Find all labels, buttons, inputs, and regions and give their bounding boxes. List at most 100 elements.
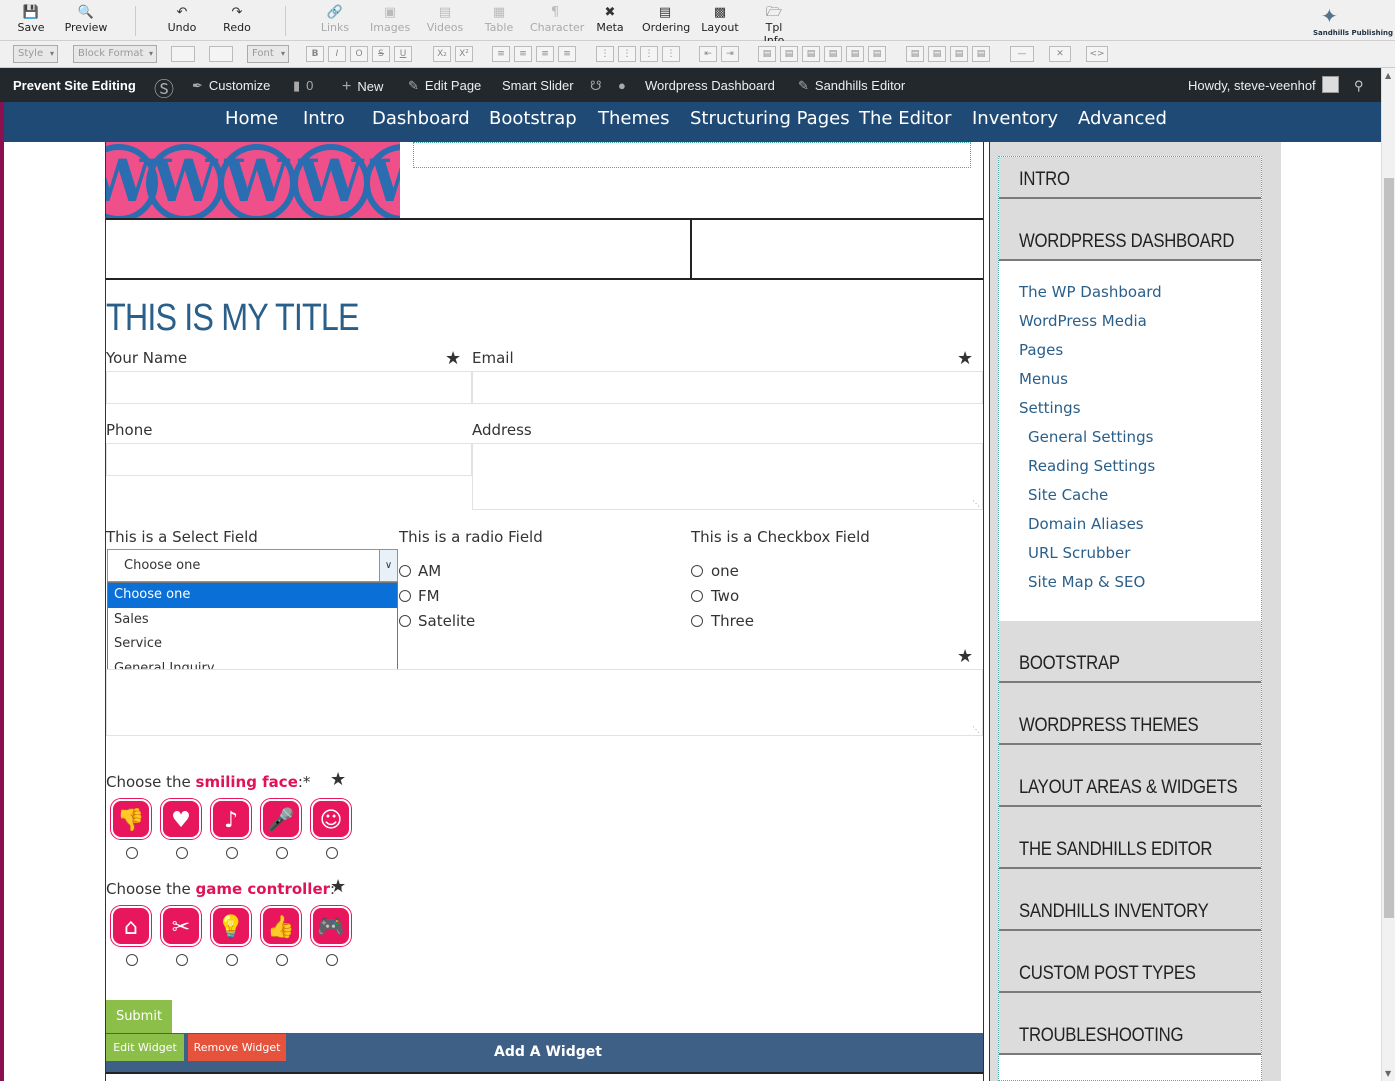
radio-button[interactable] xyxy=(399,565,411,577)
checkbox[interactable] xyxy=(691,590,703,602)
chevron-down-icon[interactable]: ∨ xyxy=(379,550,397,581)
sidebar-heading-editor[interactable]: THE SANDHILLS EDITOR xyxy=(999,807,1261,869)
search-icon[interactable]: ⚲ xyxy=(1354,78,1364,94)
superscript-button[interactable]: X² xyxy=(455,46,473,62)
microphone-icon[interactable]: 🎤 xyxy=(261,799,301,839)
subscript-button[interactable]: X₂ xyxy=(433,46,451,62)
indent-icon[interactable]: ⇥ xyxy=(721,46,739,62)
resize-handle-icon[interactable]: ⋱ xyxy=(972,499,980,508)
radio-button[interactable] xyxy=(399,590,411,602)
sidebar-heading-custom-post-types[interactable]: CUSTOM POST TYPES xyxy=(999,931,1261,993)
submit-button[interactable]: Submit xyxy=(106,1000,172,1033)
table-col-icon[interactable]: ▤ xyxy=(868,46,886,62)
captcha-radio[interactable] xyxy=(126,847,138,859)
checkbox-option-one[interactable]: one xyxy=(691,562,739,580)
phone-field[interactable] xyxy=(106,443,472,476)
resize-handle-icon[interactable]: ⋱ xyxy=(972,725,980,734)
radio-option-am[interactable]: AM xyxy=(399,562,441,580)
edit-page-link[interactable]: ✎ Edit Page xyxy=(408,78,481,94)
sidebar-link[interactable]: Pages xyxy=(1019,341,1063,359)
italic-button[interactable]: I xyxy=(328,46,346,62)
captcha-radio[interactable] xyxy=(226,954,238,966)
howdy-user-link[interactable]: Howdy, steve-veenhof xyxy=(1188,78,1316,93)
wordpress-logo-icon[interactable]: Ⓢ xyxy=(154,73,174,102)
checkbox[interactable] xyxy=(691,615,703,627)
sidebar-link[interactable]: Settings xyxy=(1019,399,1081,417)
add-widget-bar[interactable]: Edit Widget Remove Widget Add A Widget xyxy=(106,1033,983,1072)
smart-slider-link[interactable]: Smart Slider xyxy=(502,78,574,93)
meta-button[interactable]: ✖ Meta xyxy=(596,4,624,38)
captcha-radio[interactable] xyxy=(226,847,238,859)
align-left-icon[interactable]: ≡ xyxy=(492,46,510,62)
sandhills-editor-link[interactable]: ✎ Sandhills Editor xyxy=(798,78,905,94)
inquiry-select[interactable]: Choose one ∨ xyxy=(107,549,398,582)
captcha-radio[interactable] xyxy=(276,847,288,859)
name-field[interactable] xyxy=(106,371,472,404)
nav-themes[interactable]: Themes xyxy=(598,108,669,129)
yoast-icon[interactable]: ☋ xyxy=(590,78,602,94)
table-cell-icon[interactable]: ▤ xyxy=(972,46,990,62)
add-widget-label[interactable]: Add A Widget xyxy=(494,1044,602,1060)
list-icon[interactable]: ⋮ xyxy=(662,46,680,62)
sidebar-link[interactable]: WordPress Media xyxy=(1019,312,1147,330)
sidebar-heading-intro[interactable]: INTRO xyxy=(999,157,1261,199)
radio-option-fm[interactable]: FM xyxy=(399,587,440,605)
sidebar-heading-troubleshooting[interactable]: TROUBLESHOOTING xyxy=(999,993,1261,1055)
sidebar-sublink[interactable]: Site Map & SEO xyxy=(1028,573,1145,591)
sidebar-heading-dashboard[interactable]: WORDPRESS DASHBOARD xyxy=(999,199,1261,261)
sidebar-heading-inventory[interactable]: SANDHILLS INVENTORY xyxy=(999,869,1261,931)
overline-button[interactable]: O xyxy=(350,46,368,62)
wordpress-dashboard-link[interactable]: Wordpress Dashboard xyxy=(645,78,775,93)
banner-content-area[interactable] xyxy=(413,142,971,168)
nav-structuring-pages[interactable]: Structuring Pages xyxy=(690,108,850,129)
sidebar-heading-bootstrap[interactable]: BOOTSTRAP xyxy=(999,621,1261,683)
radio-option-satelite[interactable]: Satelite xyxy=(399,612,475,630)
nav-bootstrap[interactable]: Bootstrap xyxy=(489,108,577,129)
sidebar-sublink[interactable]: Domain Aliases xyxy=(1028,515,1144,533)
smiley-icon[interactable]: ☺ xyxy=(311,799,351,839)
music-note-icon[interactable]: ♪ xyxy=(211,799,251,839)
sidebar-heading-themes[interactable]: WORDPRESS THEMES xyxy=(999,683,1261,745)
checkbox-option-two[interactable]: Two xyxy=(691,587,739,605)
source-code-icon[interactable]: <> xyxy=(1086,46,1108,62)
sidebar-sublink[interactable]: General Settings xyxy=(1028,428,1153,446)
table-col-icon[interactable]: ▤ xyxy=(846,46,864,62)
table-row-icon[interactable]: ▤ xyxy=(802,46,820,62)
sidebar-link[interactable]: The WP Dashboard xyxy=(1019,283,1162,301)
sidebar-link[interactable]: Menus xyxy=(1019,370,1068,388)
scissors-icon[interactable]: ✂ xyxy=(161,906,201,946)
remove-widget-button[interactable]: Remove Widget xyxy=(188,1034,286,1061)
address-field[interactable]: ⋱ xyxy=(472,443,983,510)
prevent-site-editing-link[interactable]: Prevent Site Editing xyxy=(13,78,136,93)
comments-link[interactable]: ▮ 0 xyxy=(293,78,313,94)
align-justify-icon[interactable]: ≡ xyxy=(558,46,576,62)
checkbox[interactable] xyxy=(691,565,703,577)
game-controller-icon[interactable]: 🎮 xyxy=(311,906,351,946)
bullet-list-icon[interactable]: ⋮ xyxy=(596,46,614,62)
nav-intro[interactable]: Intro xyxy=(303,108,345,129)
align-center-icon[interactable]: ≡ xyxy=(514,46,532,62)
scrollbar-thumb[interactable] xyxy=(1384,178,1394,918)
strikethrough-button[interactable]: S xyxy=(372,46,390,62)
character-button[interactable]: ¶ Character xyxy=(530,4,584,38)
table-cell-icon[interactable]: ▤ xyxy=(950,46,968,62)
captcha-radio[interactable] xyxy=(176,847,188,859)
preview-button[interactable]: 🔍 Preview xyxy=(62,4,110,38)
table-col-icon[interactable]: ▤ xyxy=(824,46,842,62)
underline-button[interactable]: U xyxy=(394,46,412,62)
align-right-icon[interactable]: ≡ xyxy=(536,46,554,62)
table-cell-icon[interactable]: ▤ xyxy=(906,46,924,62)
thumbs-up-icon[interactable]: 👍 xyxy=(261,906,301,946)
lightbulb-icon[interactable]: 💡 xyxy=(211,906,251,946)
checkbox-option-three[interactable]: Three xyxy=(691,612,754,630)
scroll-up-icon[interactable]: ▲ xyxy=(1385,71,1391,80)
captcha-radio[interactable] xyxy=(176,954,188,966)
font-color-box[interactable] xyxy=(209,46,233,62)
avatar[interactable] xyxy=(1322,76,1339,93)
redo-button[interactable]: ↷ Redo xyxy=(220,4,254,38)
images-button[interactable]: ▣ Images xyxy=(370,4,410,38)
captcha-radio[interactable] xyxy=(126,954,138,966)
scroll-down-icon[interactable]: ▼ xyxy=(1385,1069,1391,1078)
sidebar-sublink[interactable]: Reading Settings xyxy=(1028,457,1155,475)
select-option[interactable]: Choose one xyxy=(108,583,397,608)
